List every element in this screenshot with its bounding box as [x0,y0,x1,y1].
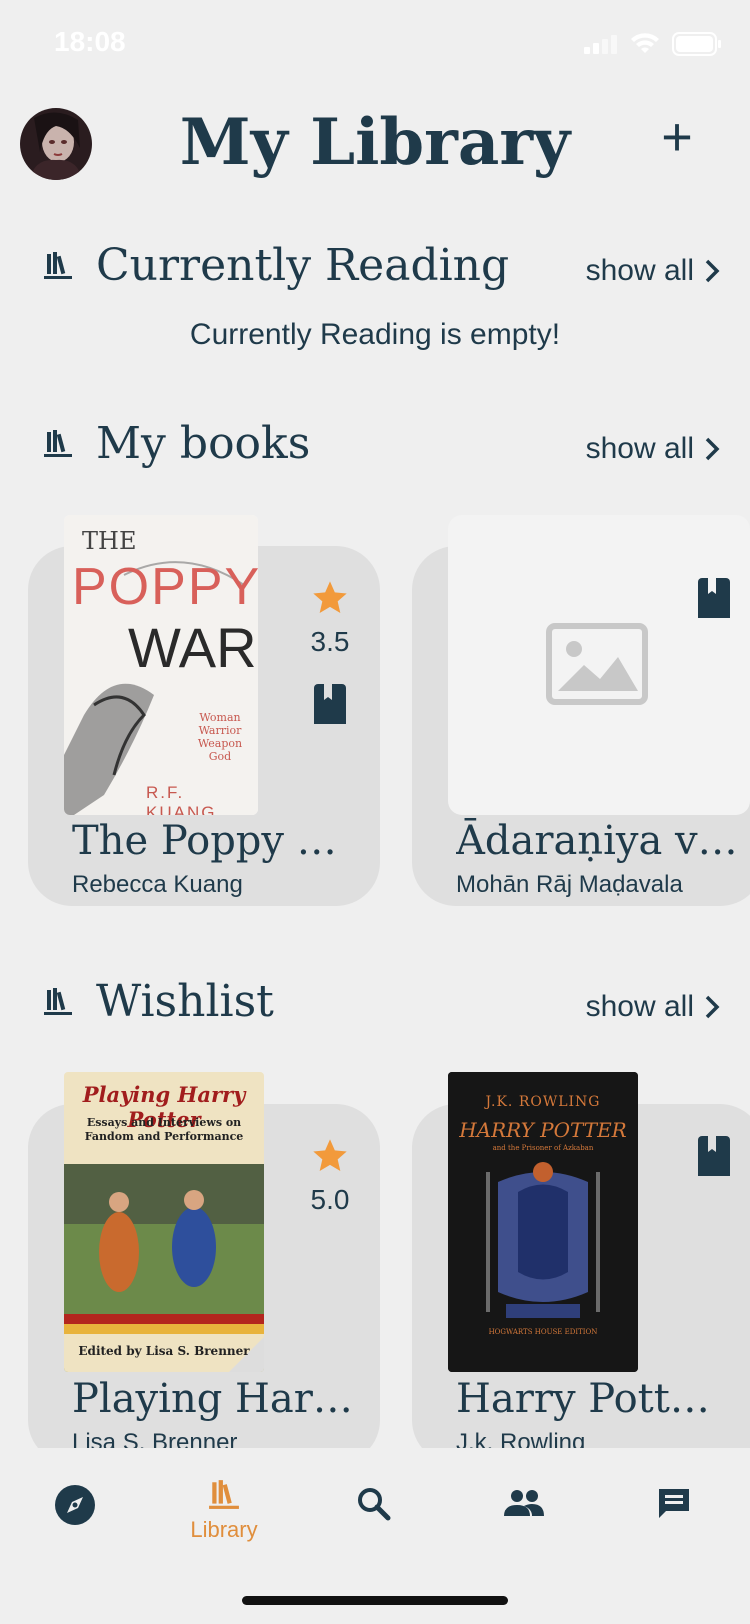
chevron-right-icon [705,437,720,461]
shelf-icon [44,430,72,457]
nav-library[interactable]: Library [164,1478,284,1543]
cover-subtitle: Essays and Interviews on Fandom and Perf… [84,1116,244,1143]
show-all-wishlist-button[interactable]: show all [586,990,720,1024]
show-all-label: show all [585,254,694,287]
show-all-label: show all [585,432,694,465]
currently-reading-empty-text: Currently Reading is empty! [189,318,561,351]
star-icon [313,581,347,613]
show-all-currently-reading-button[interactable]: show all [586,254,720,288]
cover-title-line-3: WAR [128,616,257,679]
book-author: Mohān Rāj Maḍavala [456,871,683,898]
rating-value: 3.5 [310,626,350,657]
add-book-button[interactable]: + [652,110,702,164]
cover-author: R.F. KUANG [146,783,217,815]
cover-title: HARRY POTTER [459,1118,627,1142]
book-cover-placeholder [448,515,750,815]
chevron-right-icon [705,995,720,1019]
cover-title-line-1: THE [82,527,137,555]
cover-editor: Edited by Lisa S. Brenner [78,1344,250,1358]
book-title: Harry Potter ... [456,1376,722,1422]
nav-friends[interactable] [464,1488,584,1523]
rating-value: 5.0 [310,1184,350,1215]
cover-edition: HOGWARTS HOUSE EDITION [488,1328,598,1336]
bookmark-icon[interactable] [698,578,730,618]
cover-title-line-2: POPPY [72,558,258,616]
bookmark-icon[interactable] [698,1136,730,1176]
book-title: Playing Harry... [72,1376,368,1422]
book-title: The Poppy War [72,818,372,864]
section-title-wishlist: Wishlist [96,976,274,1027]
library-icon [209,1480,239,1509]
star-icon [313,1139,347,1171]
show-all-my-books-button[interactable]: show all [586,432,720,466]
book-cover: THE POPPY WAR Woman Warrior Weapon God R… [64,515,258,815]
bookmark-icon[interactable] [314,684,346,724]
book-cover: Playing Harry Potter Essays and Intervie… [64,1072,264,1372]
cover-author: J.K. ROWLING [485,1094,601,1110]
section-title-my-books: My books [96,418,311,469]
nav-discover[interactable] [15,1484,135,1531]
nav-search[interactable] [314,1486,434,1527]
show-all-label: show all [585,990,694,1023]
compass-icon [55,1485,95,1525]
nav-label: Library [190,1517,258,1542]
image-placeholder-icon [546,623,648,705]
book-author: Rebecca Kuang [72,871,243,898]
friends-icon [504,1490,544,1516]
book-cover: J.K. ROWLING HARRY POTTER and the Prison… [448,1072,638,1372]
battery-icon [672,32,721,56]
chat-icon [659,1489,689,1518]
status-time: 18:08 [54,26,126,57]
chevron-right-icon [705,259,720,283]
page-title: My Library [179,105,571,180]
shelf-icon [44,252,72,279]
book-title: Ādaraṇiya vik... [456,818,750,864]
section-title-currently-reading: Currently Reading [96,240,510,291]
wifi-icon [631,33,659,53]
search-icon [358,1488,391,1521]
cellular-signal-icon [584,35,617,54]
status-icons [584,32,722,56]
home-indicator [242,1596,508,1605]
shelf-icon [44,988,72,1015]
nav-messages[interactable] [614,1486,734,1527]
cover-tagline: Woman Warrior Weapon God [197,711,243,763]
cover-subtitle: and the Prisoner of Azkaban [492,1144,594,1152]
